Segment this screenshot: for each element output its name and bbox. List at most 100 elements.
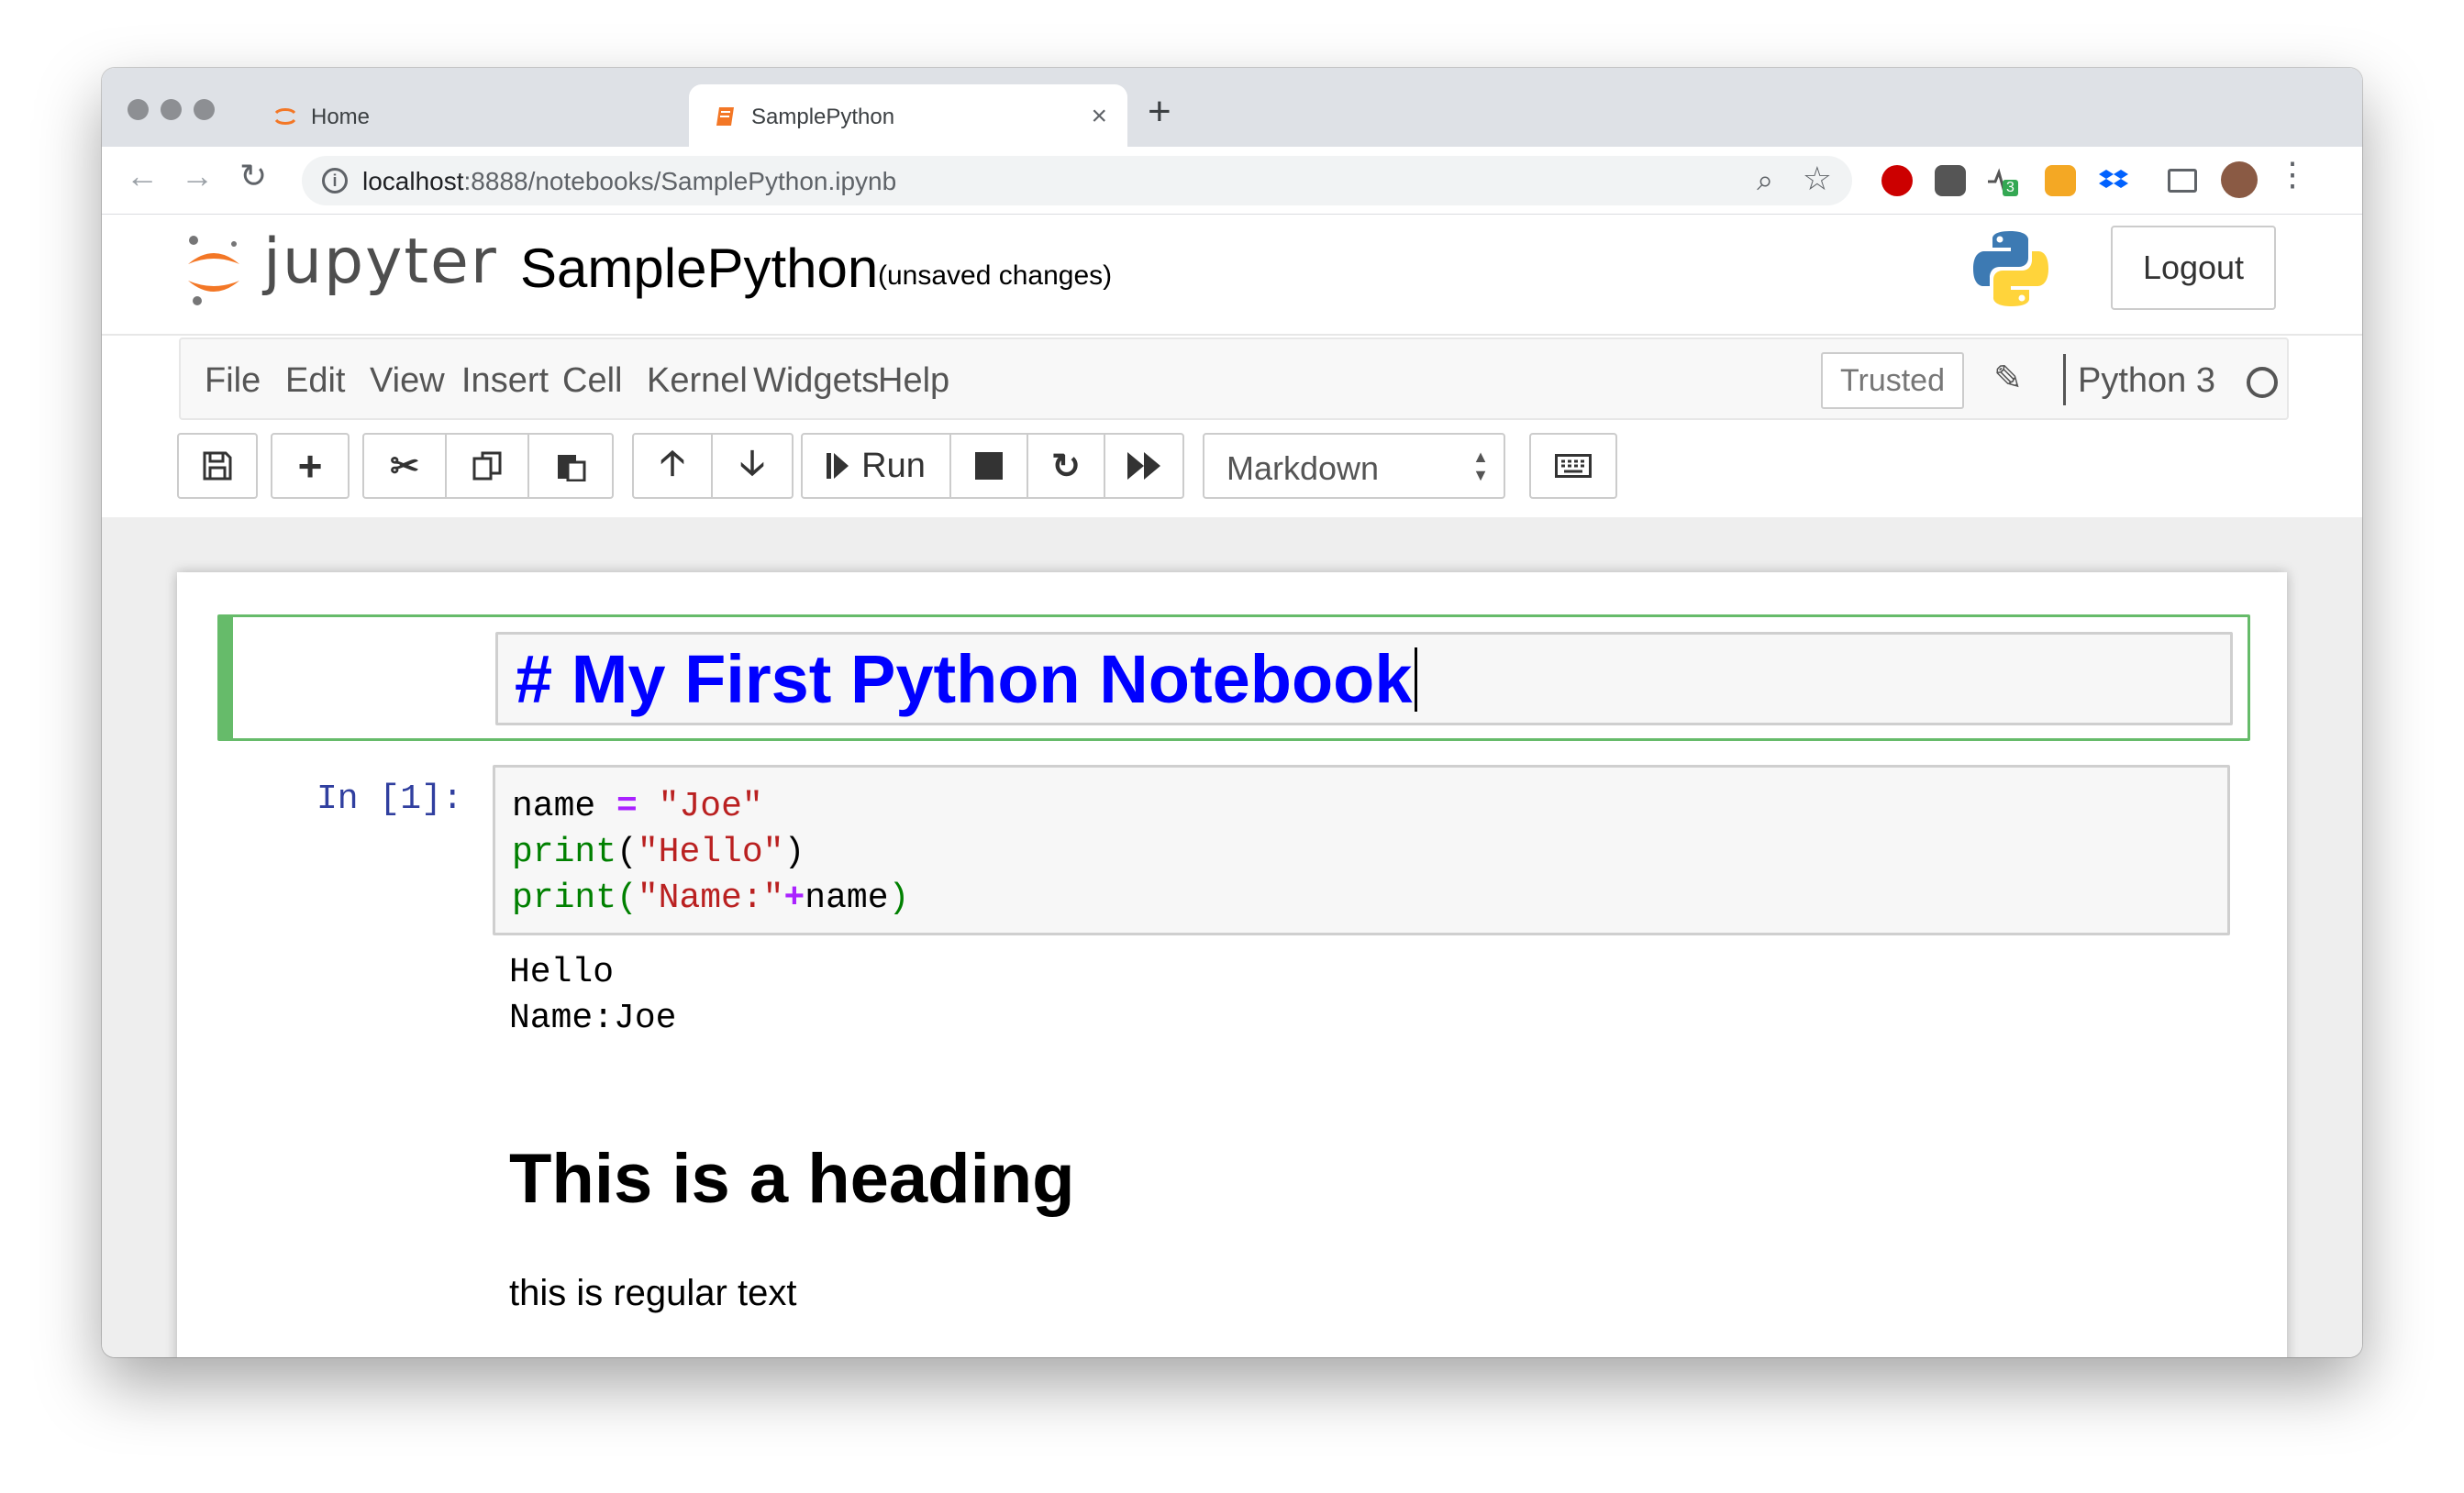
notebook-page: # My First Python Notebook In [1]: name … bbox=[177, 572, 2287, 1357]
close-tab-icon[interactable]: × bbox=[1091, 101, 1107, 132]
code-token: "Name:" bbox=[637, 879, 784, 918]
menu-help[interactable]: Help bbox=[878, 361, 949, 401]
insert-group: + bbox=[271, 433, 350, 499]
markdown-editor[interactable]: # My First Python Notebook bbox=[495, 632, 2233, 725]
tab-title: Home bbox=[311, 105, 371, 129]
code-token: "Joe" bbox=[658, 787, 763, 826]
site-info-icon[interactable]: i bbox=[322, 168, 348, 194]
markdown-cell-selected[interactable]: # My First Python Notebook bbox=[217, 614, 2250, 741]
minimize-window-button[interactable] bbox=[161, 99, 182, 120]
new-tab-button[interactable]: + bbox=[1148, 92, 1171, 132]
restart-run-all-button[interactable] bbox=[1105, 435, 1182, 497]
code-token: ) bbox=[888, 879, 910, 918]
insert-cell-button[interactable]: + bbox=[272, 435, 348, 497]
paste-button[interactable] bbox=[529, 435, 612, 497]
menu-widgets[interactable]: Widgets bbox=[753, 361, 879, 401]
bookmark-star-icon[interactable]: ☆ bbox=[1803, 160, 1832, 198]
url-path: :8888/notebooks/SamplePython.ipynb bbox=[463, 167, 897, 195]
code-token: ) bbox=[783, 833, 805, 872]
notebook-icon bbox=[716, 107, 734, 126]
code-token: = bbox=[616, 787, 638, 826]
browser-window: Home × SamplePython × + ← → ↻ i localhos… bbox=[102, 68, 2362, 1357]
menu-insert[interactable]: Insert bbox=[461, 361, 549, 401]
keyboard-shortcuts-button[interactable] bbox=[1531, 435, 1615, 497]
kernel-name[interactable]: Python 3 bbox=[2078, 361, 2215, 401]
code-token: name bbox=[805, 879, 889, 918]
pulse-extension-icon[interactable]: 3 bbox=[1986, 165, 2018, 196]
star-extension-icon[interactable] bbox=[2045, 165, 2076, 196]
ghostery-extension-icon[interactable] bbox=[1935, 165, 1966, 196]
select-arrows-icon: ▲ ▼ bbox=[1472, 448, 1489, 484]
rendered-heading[interactable]: This is a heading bbox=[509, 1139, 1075, 1219]
code-line: name = "Joe" bbox=[512, 784, 909, 830]
close-window-button[interactable] bbox=[128, 99, 149, 120]
run-label: Run bbox=[861, 446, 926, 485]
save-group bbox=[177, 433, 258, 499]
keyboard-icon bbox=[1555, 454, 1592, 478]
cell-type-value: Markdown bbox=[1226, 449, 1380, 487]
notebook-name[interactable]: SamplePython bbox=[520, 237, 878, 300]
menu-file[interactable]: File bbox=[205, 361, 261, 401]
run-group: Run ↻ bbox=[801, 433, 1184, 499]
move-up-button[interactable]: 🡡 bbox=[634, 435, 713, 497]
zoom-icon[interactable]: ⌕ bbox=[1757, 163, 1773, 198]
rendered-paragraph[interactable]: this is regular text bbox=[509, 1273, 796, 1314]
cell-type-select[interactable]: Markdown ▲ ▼ bbox=[1203, 433, 1505, 499]
kernel-idle-indicator-icon bbox=[2247, 367, 2278, 398]
menu-view[interactable]: View bbox=[370, 361, 445, 401]
code-token: "Hello" bbox=[637, 833, 784, 872]
cast-icon[interactable] bbox=[2168, 169, 2197, 193]
code-token: name bbox=[512, 787, 617, 826]
forward-icon[interactable]: → bbox=[181, 160, 214, 193]
output-line: Hello bbox=[509, 953, 615, 992]
shortcuts-group bbox=[1529, 433, 1617, 499]
notebook-container: # My First Python Notebook In [1]: name … bbox=[102, 517, 2362, 1357]
back-icon[interactable]: ← bbox=[126, 160, 159, 193]
extension-badge: 3 bbox=[2003, 180, 2018, 196]
menu-cell[interactable]: Cell bbox=[562, 361, 622, 401]
paste-icon bbox=[558, 455, 586, 481]
jupyter-icon bbox=[274, 108, 296, 125]
step-forward-icon bbox=[827, 453, 849, 479]
tab-title: SamplePython bbox=[751, 105, 895, 129]
python-logo-icon bbox=[1973, 231, 2048, 306]
dropbox-extension-icon[interactable] bbox=[2098, 165, 2129, 196]
move-down-button[interactable]: 🡣 bbox=[713, 435, 792, 497]
browser-menu-icon[interactable]: ⋮ bbox=[2276, 158, 2309, 191]
url-host: localhost bbox=[362, 167, 464, 195]
browser-toolbar: ← → ↻ i localhost:8888/notebooks/SampleP… bbox=[102, 147, 2362, 215]
address-bar[interactable]: i localhost:8888/notebooks/SamplePython.… bbox=[302, 156, 1852, 205]
tab-samplepython[interactable]: SamplePython × bbox=[689, 84, 1127, 147]
maximize-window-button[interactable] bbox=[194, 99, 215, 120]
menu-bar: File Edit View Insert Cell Kernel Widget… bbox=[179, 337, 2289, 420]
run-button[interactable]: Run bbox=[803, 435, 951, 497]
dropbox-icon bbox=[2099, 170, 2128, 188]
reload-icon[interactable]: ↻ bbox=[239, 160, 267, 193]
menu-edit[interactable]: Edit bbox=[285, 361, 345, 401]
jupyter-logo-text[interactable]: jupyter bbox=[263, 226, 498, 298]
opera-extension-icon[interactable] bbox=[1881, 165, 1913, 196]
logout-button[interactable]: Logout bbox=[2111, 226, 2276, 310]
save-button[interactable] bbox=[179, 435, 256, 497]
restart-button[interactable]: ↻ bbox=[1028, 435, 1105, 497]
code-token: ( bbox=[616, 879, 638, 918]
code-editor[interactable]: name = "Joe" print("Hello") print("Name:"+… bbox=[493, 765, 2230, 935]
tab-strip: Home × SamplePython × + bbox=[102, 68, 2362, 147]
profile-avatar[interactable] bbox=[2221, 161, 2258, 198]
cut-button[interactable]: ✂ bbox=[364, 435, 447, 497]
move-group: 🡡 🡣 bbox=[632, 433, 794, 499]
copy-button[interactable] bbox=[447, 435, 529, 497]
scissors-icon: ✂ bbox=[390, 447, 419, 486]
output-line: Name:Joe bbox=[509, 999, 677, 1038]
save-icon bbox=[203, 451, 232, 481]
interrupt-button[interactable] bbox=[951, 435, 1028, 497]
url-text[interactable]: localhost:8888/notebooks/SamplePython.ip… bbox=[362, 167, 896, 196]
text-cursor bbox=[1414, 647, 1417, 712]
stop-icon bbox=[975, 452, 1003, 480]
jupyter-logo-icon[interactable] bbox=[184, 233, 243, 308]
cell-output: Hello Name:Joe bbox=[509, 950, 676, 1042]
menu-kernel[interactable]: Kernel bbox=[647, 361, 748, 401]
code-source: name = "Joe" print("Hello") print("Name:"+… bbox=[512, 784, 909, 922]
trusted-badge[interactable]: Trusted bbox=[1821, 352, 1964, 409]
